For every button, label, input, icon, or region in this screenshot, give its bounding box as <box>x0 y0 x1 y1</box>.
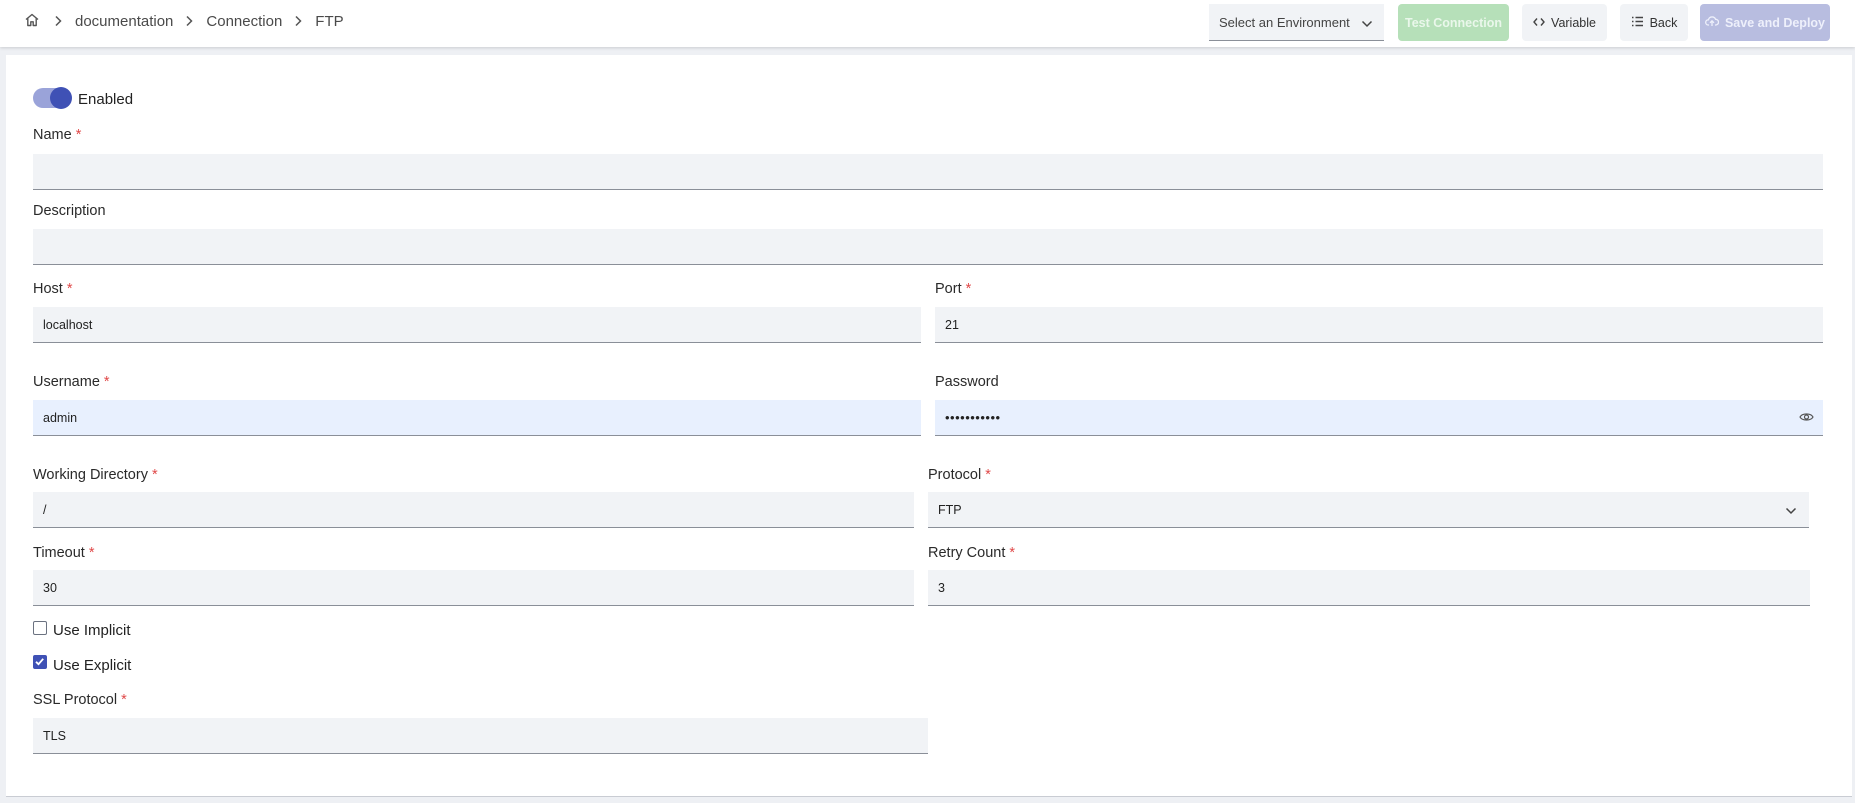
protocol-value: FTP <box>938 502 962 517</box>
ssl-protocol-input[interactable]: TLS <box>33 718 928 754</box>
port-label: Port * <box>935 281 972 297</box>
password-label: Password <box>935 374 999 390</box>
host-input[interactable]: localhost <box>33 307 921 343</box>
variable-button[interactable]: Variable <box>1522 4 1607 41</box>
timeout-input[interactable]: 30 <box>33 570 914 606</box>
back-button[interactable]: Back <box>1620 4 1688 41</box>
ssl-protocol-label: SSL Protocol * <box>33 692 127 708</box>
retry-count-input[interactable]: 3 <box>928 570 1810 606</box>
name-label: Name * <box>33 127 82 143</box>
protocol-select[interactable]: FTP <box>928 492 1809 528</box>
description-input[interactable] <box>33 229 1823 265</box>
port-input[interactable]: 21 <box>935 307 1823 343</box>
password-value: ••••••••••• <box>945 410 1001 425</box>
use-explicit-label: Use Explicit <box>53 657 132 674</box>
save-and-deploy-button[interactable]: Save and Deploy <box>1700 4 1830 41</box>
eye-icon[interactable] <box>1799 411 1814 426</box>
use-implicit-checkbox[interactable] <box>33 621 47 635</box>
enabled-label: Enabled <box>78 91 134 108</box>
retry-count-label: Retry Count * <box>928 545 1016 561</box>
use-implicit-label: Use Implicit <box>53 622 131 639</box>
chevron-right-icon <box>54 15 62 27</box>
test-connection-label: Test Connection <box>1405 15 1502 30</box>
password-input[interactable]: ••••••••••• <box>935 400 1823 436</box>
test-connection-button[interactable]: Test Connection <box>1398 4 1509 41</box>
breadcrumb-item-connection[interactable]: Connection <box>206 13 282 30</box>
username-label: Username * <box>33 374 110 390</box>
chevron-right-icon <box>185 15 193 27</box>
enabled-toggle[interactable] <box>33 87 72 109</box>
code-icon <box>1533 16 1545 30</box>
toggle-knob <box>50 87 72 109</box>
list-icon <box>1631 16 1644 30</box>
username-input[interactable]: admin <box>33 400 921 436</box>
back-label: Back <box>1649 15 1678 30</box>
top-bar: documentation Connection FTP Select an E… <box>0 0 1855 47</box>
working-directory-input[interactable]: / <box>33 492 914 528</box>
cloud-upload-icon <box>1705 15 1720 30</box>
environment-select-placeholder: Select an Environment <box>1219 15 1350 30</box>
variable-label: Variable <box>1551 15 1596 30</box>
chevron-down-icon <box>1361 16 1373 31</box>
chevron-right-icon <box>294 15 302 27</box>
breadcrumb-item-documentation[interactable]: documentation <box>75 13 173 30</box>
description-label: Description <box>33 203 106 219</box>
timeout-label: Timeout * <box>33 545 95 561</box>
host-label: Host * <box>33 281 73 297</box>
environment-select[interactable]: Select an Environment <box>1209 4 1384 41</box>
chevron-down-icon <box>1785 504 1797 518</box>
check-icon <box>35 658 44 666</box>
breadcrumb-item-ftp: FTP <box>315 12 344 30</box>
breadcrumb: documentation Connection FTP <box>24 12 344 30</box>
home-icon[interactable] <box>24 12 42 30</box>
protocol-label: Protocol * <box>928 467 991 483</box>
name-input[interactable] <box>33 154 1823 190</box>
working-directory-label: Working Directory * <box>33 467 158 483</box>
use-explicit-checkbox[interactable] <box>33 655 47 669</box>
save-and-deploy-label: Save and Deploy <box>1724 15 1826 30</box>
